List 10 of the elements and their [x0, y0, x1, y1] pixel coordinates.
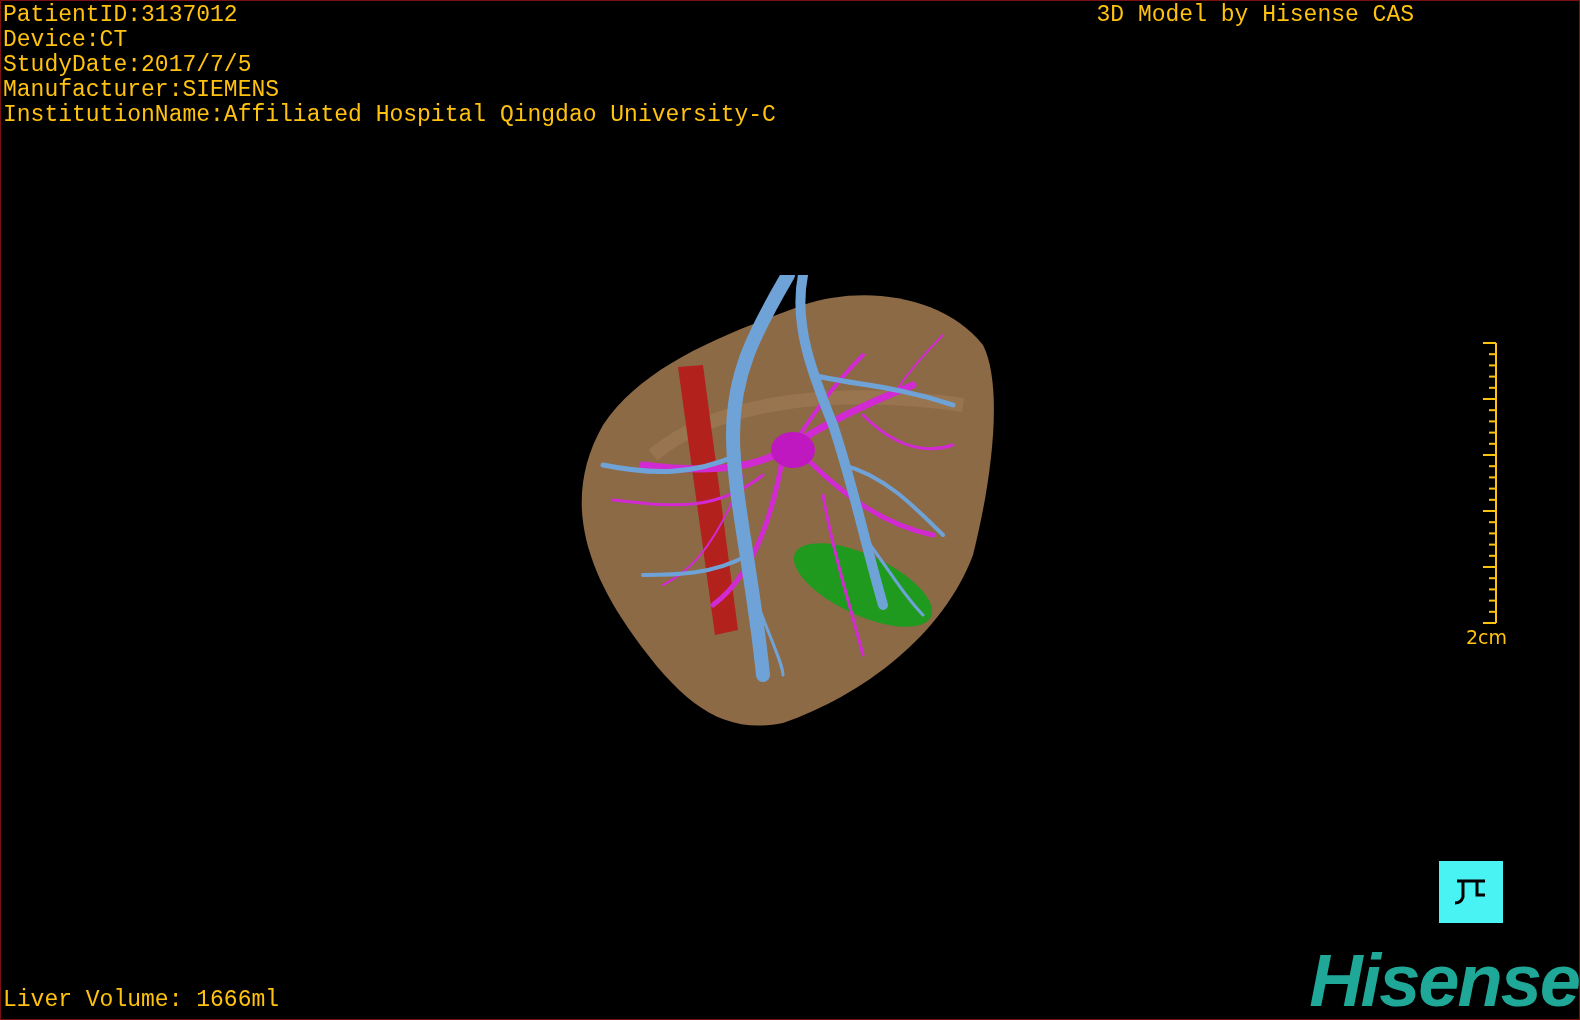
study-info-line: Device:CT [3, 28, 129, 53]
scale-label: 2cm [1465, 625, 1507, 648]
orientation-cube-icon[interactable] [1439, 861, 1503, 923]
study-info-line: PatientID:3137012 [3, 3, 239, 28]
viewer-caption: 3D Model by Hisense CAS [1096, 3, 1414, 30]
liver-volume-text: Liver Volume: 1666ml [2, 988, 280, 1015]
study-info-line: InstitutionName:Affiliated Hospital Qingdao University-C [3, 103, 776, 128]
brand-logo: Hisense [1309, 949, 1579, 1019]
study-info-line: StudyDate:2017/7/5 [3, 53, 253, 78]
study-info-line: Manufacturer:SIEMENS [3, 78, 281, 103]
